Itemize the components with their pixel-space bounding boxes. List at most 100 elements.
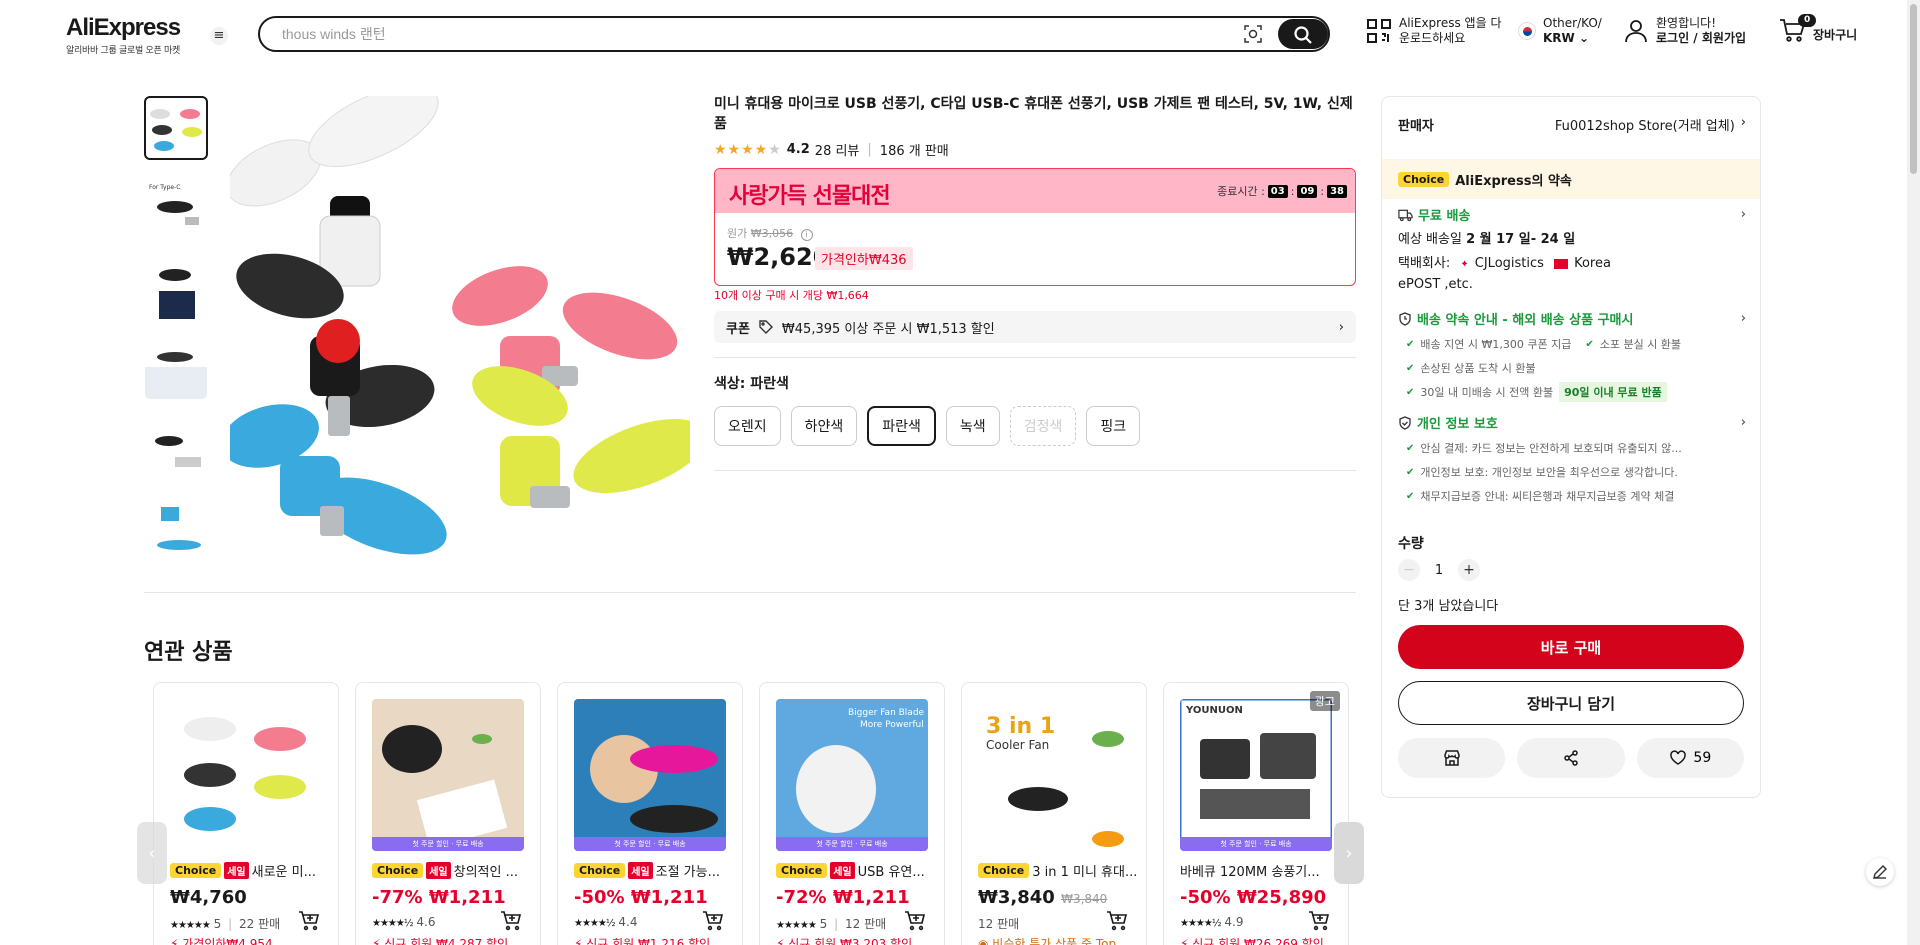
promise-item-2: 손상된 상품 도착 시 환불 bbox=[1420, 362, 1536, 375]
add-to-cart-button[interactable]: 장바구니 담기 bbox=[1398, 681, 1744, 725]
tag-icon bbox=[759, 320, 773, 334]
scrollbar-thumb[interactable] bbox=[1910, 4, 1917, 174]
product-card-stars: ★★★★★ bbox=[776, 920, 817, 931]
privacy-section[interactable]: 개인 정보 보호 › ✔ 안심 결제: 카드 정보는 안전하게 보호되며 유출되지… bbox=[1398, 413, 1746, 508]
product-card-stars: ★★★★½ bbox=[372, 918, 414, 929]
svg-text:YOUNUON: YOUNUON bbox=[1185, 705, 1243, 716]
pencil-icon bbox=[1873, 865, 1887, 879]
thumbnail-5[interactable] bbox=[144, 416, 208, 480]
store-button[interactable] bbox=[1398, 738, 1506, 778]
review-count-link[interactable]: 28 리뷰 bbox=[815, 140, 860, 159]
thumbnail-4[interactable] bbox=[144, 336, 208, 400]
product-card[interactable]: Choice 세일 새로운 미... ₩4,760 ★★★★★ 5 | 22 판매 … bbox=[153, 682, 339, 945]
cart-button[interactable]: 0 장바구니 bbox=[1778, 14, 1857, 44]
rating-value: 4.2 bbox=[786, 142, 810, 157]
product-card-image bbox=[170, 699, 322, 851]
aliexpress-logo[interactable]: AliExpress 알리바바 그룹 글로벌 오픈 마켓 bbox=[66, 14, 181, 56]
language-currency-selector[interactable]: Other/KO/ KRW ⌄ bbox=[1518, 16, 1602, 46]
product-card[interactable]: 첫 주문 할인 · 무료 배송 Choice 세일 조절 가능... -50% ₩1… bbox=[557, 682, 743, 945]
product-card-stars: ★★★★½ bbox=[574, 918, 616, 929]
product-card-image: 첫 주문 할인 · 무료 배송 bbox=[372, 699, 524, 851]
currency-label: KRW bbox=[1543, 31, 1575, 45]
user-icon bbox=[1625, 20, 1647, 43]
product-card-price: -72% ₩1,211 bbox=[776, 887, 910, 908]
product-card-image: Bigger Fan Blade More Powerful 첫 주문 할인 · … bbox=[776, 699, 928, 851]
coupon-row[interactable]: 쿠폰 ₩45,395 이상 주문 시 ₩1,513 할인 › bbox=[714, 311, 1356, 343]
download-app[interactable]: AliExpress 앱을 다 운로드하세요 bbox=[1366, 16, 1501, 46]
account-menu[interactable]: 환영합니다! 로그인 / 회원가입 bbox=[1623, 16, 1746, 46]
purchase-sidebar: 판매자 Fu0012shop Store(거래 업체) › Choice Ali… bbox=[1381, 96, 1761, 798]
related-products-carousel: Choice 세일 새로운 미... ₩4,760 ★★★★★ 5 | 22 판매 … bbox=[153, 682, 1349, 945]
clock-shield-icon bbox=[1399, 311, 1411, 326]
product-card-image: 3 in 1 Cooler Fan bbox=[978, 699, 1130, 851]
info-icon[interactable]: i bbox=[800, 229, 813, 241]
color-option-green[interactable]: 녹색 bbox=[945, 406, 1000, 446]
privacy-title: 개인 정보 보호 bbox=[1417, 417, 1498, 432]
login-signup-link[interactable]: 로그인 / 회원가입 bbox=[1656, 31, 1746, 46]
thumbnail-6[interactable] bbox=[144, 496, 208, 560]
search-button[interactable] bbox=[1278, 19, 1328, 49]
product-card-name: 새로운 미... bbox=[251, 865, 316, 880]
carousel-prev-button[interactable]: ‹ bbox=[137, 822, 167, 884]
carousel-next-button[interactable]: › bbox=[1334, 822, 1364, 884]
product-card-strip: 첫 주문 할인 · 무료 배송 bbox=[574, 837, 726, 851]
product-card-name: USB 유연... bbox=[857, 865, 925, 880]
quantity-increase-button[interactable]: + bbox=[1458, 559, 1480, 581]
korea-post-logo-icon bbox=[1554, 258, 1569, 269]
bulk-price-note: 10개 이상 구매 시 개당 ₩1,664 bbox=[714, 289, 869, 302]
product-card-original-price: ₩3,840 bbox=[1061, 892, 1108, 906]
shield-icon bbox=[1399, 415, 1411, 430]
wishlist-button[interactable]: 59 bbox=[1636, 738, 1744, 778]
product-card[interactable]: YOUNUON 첫 주문 할인 · 무료 배송 광고 바베큐 120MM 송풍기… bbox=[1163, 682, 1349, 945]
shipping-section[interactable]: 무료 배송 › 예상 배송일 2 월 17 일- 24 일 택배회사: ✦ CJL… bbox=[1398, 205, 1746, 295]
divider bbox=[714, 470, 1356, 471]
search-input[interactable] bbox=[282, 23, 1182, 45]
image-search-icon[interactable] bbox=[1242, 23, 1264, 45]
add-to-cart-icon[interactable] bbox=[290, 901, 328, 939]
buy-now-button[interactable]: 바로 구매 bbox=[1398, 625, 1744, 669]
page-scrollbar[interactable] bbox=[1907, 0, 1920, 945]
product-card-image: 첫 주문 할인 · 무료 배송 bbox=[574, 699, 726, 851]
product-card[interactable]: Bigger Fan Blade More Powerful 첫 주문 할인 · … bbox=[759, 682, 945, 945]
thumbnail-3[interactable] bbox=[144, 256, 208, 320]
sale-badge: 세일 bbox=[830, 862, 855, 879]
korea-flag-icon bbox=[1518, 22, 1536, 40]
check-icon: ✔ bbox=[1406, 442, 1415, 454]
privacy-item-2: 개인정보 보호: 개인정보 보안을 최우선으로 생각합니다. bbox=[1420, 466, 1678, 479]
product-card-promo: ⚡ 가격인하₩4,954 bbox=[170, 937, 273, 945]
color-option-white[interactable]: 하얀색 bbox=[790, 406, 858, 446]
feedback-edit-button[interactable] bbox=[1866, 858, 1894, 886]
delivery-promise-section[interactable]: 배송 약속 안내 - 해외 배송 상품 구매시 › ✔ 배송 지연 시 ₩1,30… bbox=[1398, 309, 1746, 404]
action-row: 59 bbox=[1398, 738, 1744, 778]
seller-name: Fu0012shop Store(거래 업체) bbox=[1554, 119, 1735, 134]
language-label: Other/KO/ bbox=[1543, 16, 1602, 30]
choice-badge: Choice bbox=[978, 863, 1030, 878]
share-button[interactable] bbox=[1517, 738, 1625, 778]
original-price: ₩3,056 bbox=[750, 227, 794, 240]
main-product-image[interactable] bbox=[221, 85, 707, 556]
product-card-sold: 12 판매 bbox=[978, 917, 1020, 931]
categories-menu-button[interactable]: ≡ bbox=[210, 27, 228, 45]
product-card-name: 조절 가능... bbox=[655, 865, 720, 880]
thumbnail-1[interactable] bbox=[144, 96, 208, 160]
carrier-2: Korea bbox=[1574, 256, 1611, 271]
seller-row[interactable]: 판매자 Fu0012shop Store(거래 업체) › bbox=[1398, 115, 1746, 134]
color-option-orange[interactable]: 오렌지 bbox=[714, 406, 781, 446]
quantity-decrease-button[interactable]: − bbox=[1398, 559, 1420, 581]
quantity-value[interactable]: 1 bbox=[1434, 563, 1444, 578]
product-card[interactable]: 3 in 1 Cooler Fan Choice 3 in 1 미니 휴대... ₩… bbox=[961, 682, 1147, 945]
deal-timer: 종료시간 : 03: 09: 38 bbox=[1217, 183, 1347, 199]
thumbnail-2[interactable]: For Type-C bbox=[144, 176, 208, 240]
svg-text:Cooler Fan: Cooler Fan bbox=[986, 738, 1049, 752]
carrier-1: CJLogistics bbox=[1474, 256, 1544, 271]
check-icon: ✔ bbox=[1585, 338, 1594, 350]
choice-badge: Choice bbox=[776, 863, 828, 878]
app-line-1: AliExpress 앱을 다 bbox=[1399, 16, 1502, 30]
check-icon: ✔ bbox=[1406, 362, 1415, 374]
color-option-pink[interactable]: 핑크 bbox=[1086, 406, 1141, 446]
chevron-right-icon: › bbox=[1740, 115, 1746, 130]
color-option-black[interactable]: 검정색 bbox=[1009, 406, 1077, 446]
product-card[interactable]: 첫 주문 할인 · 무료 배송 Choice 세일 창의적인 ... -77% ₩1… bbox=[355, 682, 541, 945]
related-products-title: 연관 상품 bbox=[144, 640, 233, 665]
color-option-blue[interactable]: 파란색 bbox=[867, 406, 936, 446]
